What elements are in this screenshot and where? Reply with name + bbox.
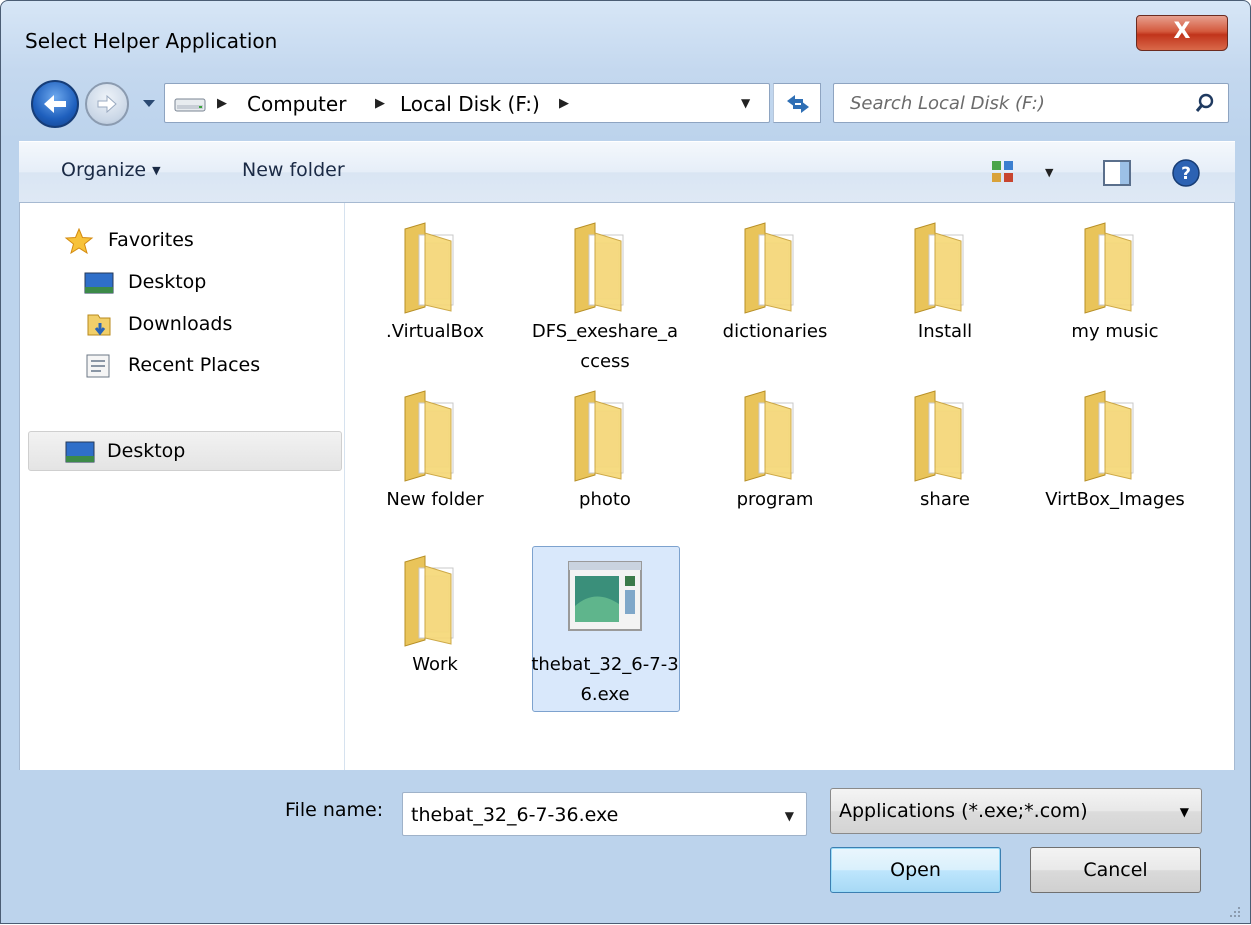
folder-item[interactable]: DFS_exeshare_access: [531, 215, 679, 377]
downloads-icon: [87, 314, 111, 336]
breadcrumb-local-disk[interactable]: Local Disk (F:): [400, 92, 540, 116]
file-name-label: thebat_32_6-7-36.exe: [531, 654, 679, 705]
file-name-label: share: [920, 489, 970, 510]
folder-icon: [395, 548, 475, 648]
file-type-select[interactable]: Applications (*.exe;*.com) ▼: [830, 788, 1202, 834]
recent-places-icon: [86, 354, 110, 378]
folder-item[interactable]: photo: [531, 383, 679, 515]
sidebar-item-downloads[interactable]: Downloads: [84, 307, 324, 343]
folder-icon: [565, 215, 645, 315]
change-view-icon[interactable]: [991, 160, 1015, 184]
help-icon[interactable]: ?: [1171, 158, 1201, 188]
forward-arrow-icon: [97, 94, 117, 114]
sidebar-item-favorites[interactable]: Favorites: [64, 223, 324, 259]
address-dropdown-icon[interactable]: ▼: [741, 96, 750, 110]
organize-label: Organize: [61, 159, 147, 181]
drive-icon: [174, 98, 206, 112]
chevron-down-icon[interactable]: ▼: [785, 809, 794, 823]
address-bar[interactable]: ▶ Computer ▶ Local Disk (F:) ▶: [164, 83, 770, 123]
view-options-dropdown-icon[interactable]: ▼: [1045, 166, 1053, 179]
refresh-button[interactable]: [773, 83, 821, 123]
desktop-icon: [84, 272, 114, 294]
command-toolbar: Organize ▼ New folder ▼ ?: [19, 141, 1235, 203]
folder-item[interactable]: Install: [871, 215, 1019, 347]
folder-item[interactable]: New folder: [361, 383, 509, 515]
file-name-value: thebat_32_6-7-36.exe: [411, 804, 619, 826]
breadcrumb-arrow-icon[interactable]: ▶: [559, 96, 569, 111]
file-name-label: photo: [579, 489, 631, 510]
folder-icon: [395, 383, 475, 483]
folder-item[interactable]: program: [701, 383, 849, 515]
folder-item[interactable]: dictionaries: [701, 215, 849, 347]
forward-button[interactable]: [85, 82, 129, 126]
sidebar-item-label: Desktop: [128, 271, 207, 293]
folder-icon: [1075, 215, 1155, 315]
file-name-label: Work: [412, 654, 458, 675]
file-name-label: VirtBox_Images: [1045, 489, 1185, 510]
navigation-pane: Favorites Desktop Downloads Recent Place…: [20, 203, 345, 770]
organize-button[interactable]: Organize ▼: [61, 159, 161, 181]
cancel-button[interactable]: Cancel: [1030, 847, 1201, 893]
sidebar-item-label: Desktop: [107, 440, 186, 462]
svg-text:?: ?: [1181, 164, 1191, 184]
folder-icon: [905, 215, 985, 315]
sidebar-item-recent-places[interactable]: Recent Places: [84, 348, 324, 384]
file-name-label: DFS_exeshare_access: [531, 321, 679, 372]
folder-icon: [735, 383, 815, 483]
search-input[interactable]: Search Local Disk (F:): [833, 83, 1229, 123]
search-icon[interactable]: [1194, 92, 1216, 114]
sidebar-item-desktop[interactable]: Desktop: [84, 265, 324, 301]
file-list: .VirtualBox DFS_exeshare_access dictionari…: [346, 203, 1234, 770]
search-placeholder: Search Local Disk (F:): [850, 93, 1045, 114]
dialog-window: Select Helper Application X ▶ Computer ▶…: [0, 0, 1251, 924]
folder-item[interactable]: Work: [361, 548, 509, 680]
back-arrow-icon: [44, 95, 66, 113]
file-name-label: program: [736, 489, 814, 510]
folder-icon: [905, 383, 985, 483]
close-button[interactable]: X: [1136, 15, 1228, 51]
exe-file-icon: [565, 548, 645, 648]
sidebar-item-label: Recent Places: [128, 354, 261, 376]
desktop-icon: [65, 441, 95, 463]
back-button[interactable]: [31, 80, 79, 128]
breadcrumb-arrow-icon[interactable]: ▶: [217, 96, 227, 111]
chevron-down-icon: ▼: [152, 164, 161, 177]
recent-pages-dropdown-icon[interactable]: [139, 93, 159, 113]
folder-icon: [1075, 383, 1155, 483]
folder-icon: [565, 383, 645, 483]
folder-item[interactable]: .VirtualBox: [361, 215, 509, 347]
preview-pane-icon[interactable]: [1103, 160, 1131, 186]
file-name-label: New folder: [386, 489, 484, 510]
sidebar-item-desktop-root[interactable]: Desktop: [28, 431, 342, 471]
window-title: Select Helper Application: [25, 29, 278, 53]
file-name-label: dictionaries: [722, 321, 828, 342]
folder-icon: [395, 215, 475, 315]
file-type-value: Applications (*.exe;*.com): [839, 800, 1088, 822]
new-folder-button[interactable]: New folder: [242, 159, 345, 181]
title-bar: Select Helper Application X: [1, 1, 1250, 73]
file-item[interactable]: thebat_32_6-7-36.exe: [531, 548, 679, 710]
file-name-label: Install: [917, 321, 973, 342]
folder-item[interactable]: share: [871, 383, 1019, 515]
file-name-label: .VirtualBox: [386, 321, 484, 342]
star-icon: [64, 228, 94, 254]
file-name-label: File name:: [285, 799, 384, 821]
folder-item[interactable]: my music: [1041, 215, 1189, 347]
folder-icon: [735, 215, 815, 315]
refresh-icon: [787, 95, 809, 113]
breadcrumb-arrow-icon[interactable]: ▶: [375, 96, 385, 111]
resize-grip-icon[interactable]: [1226, 903, 1242, 919]
bottom-panel: File name: thebat_32_6-7-36.exe ▼ Applic…: [1, 771, 1250, 925]
breadcrumb-computer[interactable]: Computer: [247, 92, 346, 116]
sidebar-item-label: Favorites: [108, 229, 194, 251]
file-name-label: my music: [1071, 321, 1159, 342]
open-button[interactable]: Open: [830, 847, 1001, 893]
content-area: Favorites Desktop Downloads Recent Place…: [19, 203, 1235, 770]
sidebar-item-label: Downloads: [128, 313, 233, 335]
folder-item[interactable]: VirtBox_Images: [1041, 383, 1189, 515]
file-name-field[interactable]: thebat_32_6-7-36.exe ▼: [402, 792, 807, 836]
chevron-down-icon: ▼: [1179, 805, 1189, 819]
